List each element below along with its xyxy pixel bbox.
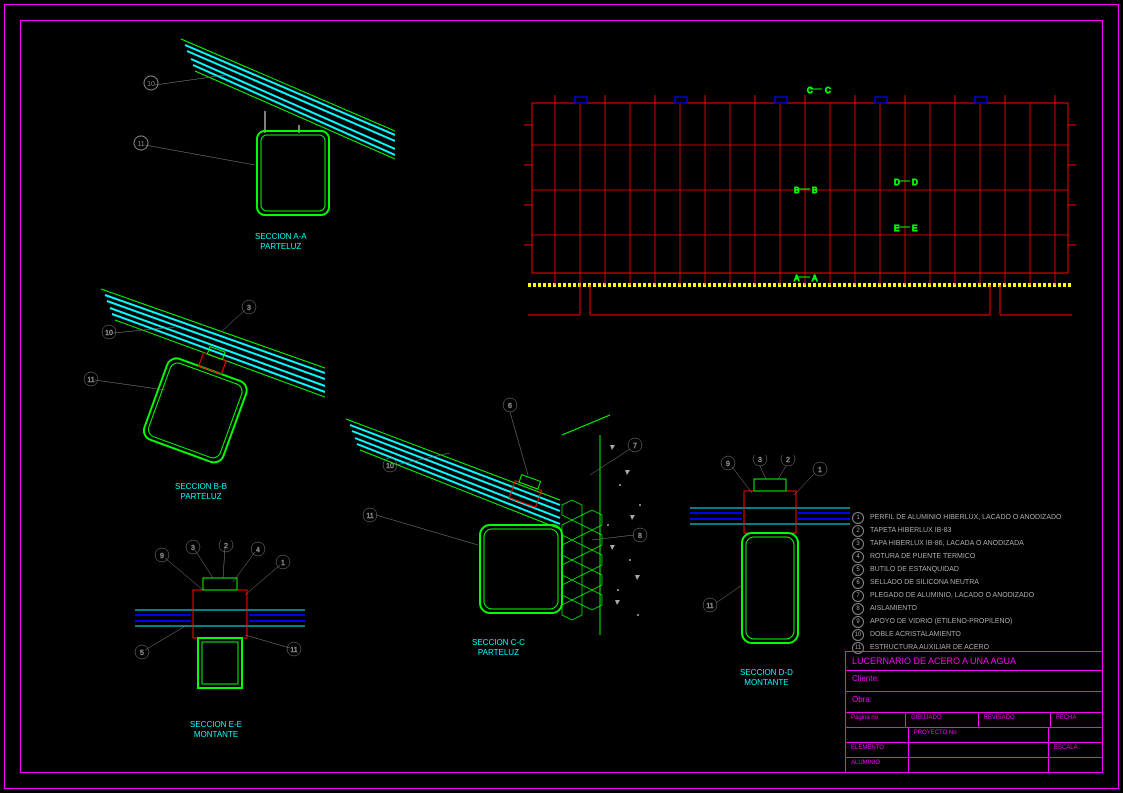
legend-item: 9 APOYO DE VIDRIO (ETILENO-PROPILENO) — [852, 616, 1062, 628]
section-aa-label: SECCION A-A PARTELUZ — [255, 232, 307, 251]
legend-item: 7 PLEGADO DE ALUMINIO, LACADO O ANODIZADO — [852, 590, 1062, 602]
section-dd: 9 3 2 1 11 — [680, 455, 860, 665]
legend-text: BUTILO DE ESTANQUIDAD — [870, 565, 959, 576]
section-cc-title: SECCION C-C — [472, 638, 525, 647]
legend-number-icon: 10 — [852, 629, 864, 641]
svg-text:B: B — [794, 186, 799, 195]
legend-text: TAPA HIBERLUX IB-86, LACADA O ANODIZADA — [870, 539, 1024, 550]
svg-text:C: C — [807, 86, 813, 95]
legend-number-icon: 8 — [852, 603, 864, 615]
legend-item: 3 TAPA HIBERLUX IB-86, LACADA O ANODIZADA — [852, 538, 1062, 550]
section-cc-subtitle: PARTELUZ — [478, 648, 519, 657]
legend-number-icon: 4 — [852, 551, 864, 563]
legend-number-icon: 6 — [852, 577, 864, 589]
legend: 1 PERFIL DE ALUMINIO HIBERLUX, LACADO O A… — [852, 512, 1062, 655]
legend-item: 6 SELLADO DE SILICONA NEUTRA — [852, 577, 1062, 589]
legend-number-icon: 5 — [852, 564, 864, 576]
svg-text:2: 2 — [224, 543, 228, 550]
section-cc: 11 10 6 7 8 — [330, 375, 650, 655]
section-cc-label: SECCION C-C PARTELUZ — [472, 638, 525, 657]
svg-text:2: 2 — [786, 457, 790, 464]
legend-item: 2 TAPETA HIBERLUX IB-83 — [852, 525, 1062, 537]
legend-text: TAPETA HIBERLUX IB-83 — [870, 526, 951, 537]
page-field: Página no — [846, 713, 905, 727]
svg-text:10: 10 — [147, 81, 155, 88]
section-aa: 11 10 — [95, 35, 395, 255]
legend-text: ROTURA DE PUENTE TERMICO — [870, 552, 975, 563]
section-dd-subtitle: MONTANTE — [744, 678, 788, 687]
dibujado-field: DIBUJADO — [905, 713, 977, 727]
svg-text:6: 6 — [508, 403, 512, 410]
svg-text:11: 11 — [706, 603, 713, 610]
svg-text:10: 10 — [386, 463, 394, 470]
svg-text:9: 9 — [160, 553, 164, 560]
section-bb-label: SECCION B-B PARTELUZ — [175, 482, 227, 501]
svg-text:3: 3 — [247, 305, 251, 312]
svg-text:10: 10 — [105, 330, 113, 337]
svg-text:5: 5 — [140, 650, 144, 657]
obra-label: Obra: — [852, 695, 872, 709]
escala-field: ESCALA — [1048, 743, 1102, 757]
client-label: Cliente: — [852, 674, 879, 688]
section-ee-label: SECCION E-E MONTANTE — [190, 720, 242, 739]
svg-text:A: A — [812, 274, 818, 283]
svg-text:1: 1 — [281, 560, 285, 567]
section-dd-title: SECCION D-D — [740, 668, 793, 677]
section-aa-subtitle: PARTELUZ — [260, 242, 301, 251]
legend-number-icon: 3 — [852, 538, 864, 550]
elemento-field: ELEMENTO — [846, 743, 908, 757]
svg-text:3: 3 — [191, 545, 195, 552]
svg-text:9: 9 — [726, 461, 730, 468]
legend-number-icon: 1 — [852, 512, 864, 524]
svg-text:8: 8 — [638, 533, 642, 540]
section-dd-label: SECCION D-D MONTANTE — [740, 668, 793, 687]
legend-item: 5 BUTILO DE ESTANQUIDAD — [852, 564, 1062, 576]
svg-text:B: B — [812, 186, 817, 195]
legend-text: PLEGADO DE ALUMINIO, LACADO O ANODIZADO — [870, 591, 1034, 602]
svg-text:C: C — [825, 86, 831, 95]
legend-item: 4 ROTURA DE PUENTE TERMICO — [852, 551, 1062, 563]
svg-text:11: 11 — [87, 377, 94, 384]
svg-text:1: 1 — [818, 467, 822, 474]
section-bb: 11 10 3 — [65, 285, 325, 480]
section-bb-title: SECCION B-B — [175, 482, 227, 491]
revisado-field: REVISADO — [978, 713, 1050, 727]
legend-text: AISLAMIENTO — [870, 604, 917, 615]
svg-text:11: 11 — [366, 513, 373, 520]
svg-text:D: D — [894, 178, 900, 187]
legend-text: APOYO DE VIDRIO (ETILENO-PROPILENO) — [870, 617, 1012, 628]
drawing-title: LUCERNARIO DE ACERO A UNA AGUA — [846, 652, 1102, 670]
plan-view: C C B B A A D D E E — [520, 85, 1080, 345]
svg-text:3: 3 — [758, 457, 762, 464]
section-ee-title: SECCION E-E — [190, 720, 242, 729]
svg-text:E: E — [894, 224, 899, 233]
fecha-field: FECHA — [1050, 713, 1102, 727]
section-ee-subtitle: MONTANTE — [194, 730, 238, 739]
svg-text:4: 4 — [256, 547, 260, 554]
svg-text:11: 11 — [290, 647, 297, 654]
legend-number-icon: 7 — [852, 590, 864, 602]
legend-item: 1 PERFIL DE ALUMINIO HIBERLUX, LACADO O A… — [852, 512, 1062, 524]
legend-item: 10 DOBLE ACRISTALAMIENTO — [852, 629, 1062, 641]
legend-number-icon: 9 — [852, 616, 864, 628]
section-aa-title: SECCION A-A — [255, 232, 307, 241]
proyecto-field: PROYECTO No — [908, 728, 1048, 742]
legend-text: DOBLE ACRISTALAMIENTO — [870, 630, 961, 641]
svg-text:7: 7 — [633, 443, 637, 450]
svg-text:E: E — [912, 224, 917, 233]
aluminio-field: ALUMINIO — [846, 758, 908, 772]
svg-text:11: 11 — [137, 141, 144, 148]
legend-number-icon: 2 — [852, 525, 864, 537]
legend-item: 8 AISLAMIENTO — [852, 603, 1062, 615]
title-block: LUCERNARIO DE ACERO A UNA AGUA Cliente: … — [845, 651, 1103, 773]
legend-text: SELLADO DE SILICONA NEUTRA — [870, 578, 979, 589]
svg-text:A: A — [794, 274, 800, 283]
legend-text: PERFIL DE ALUMINIO HIBERLUX, LACADO O AN… — [870, 513, 1062, 524]
svg-text:D: D — [912, 178, 918, 187]
section-ee: 9 3 2 4 1 11 5 — [125, 540, 315, 720]
section-bb-subtitle: PARTELUZ — [180, 492, 221, 501]
